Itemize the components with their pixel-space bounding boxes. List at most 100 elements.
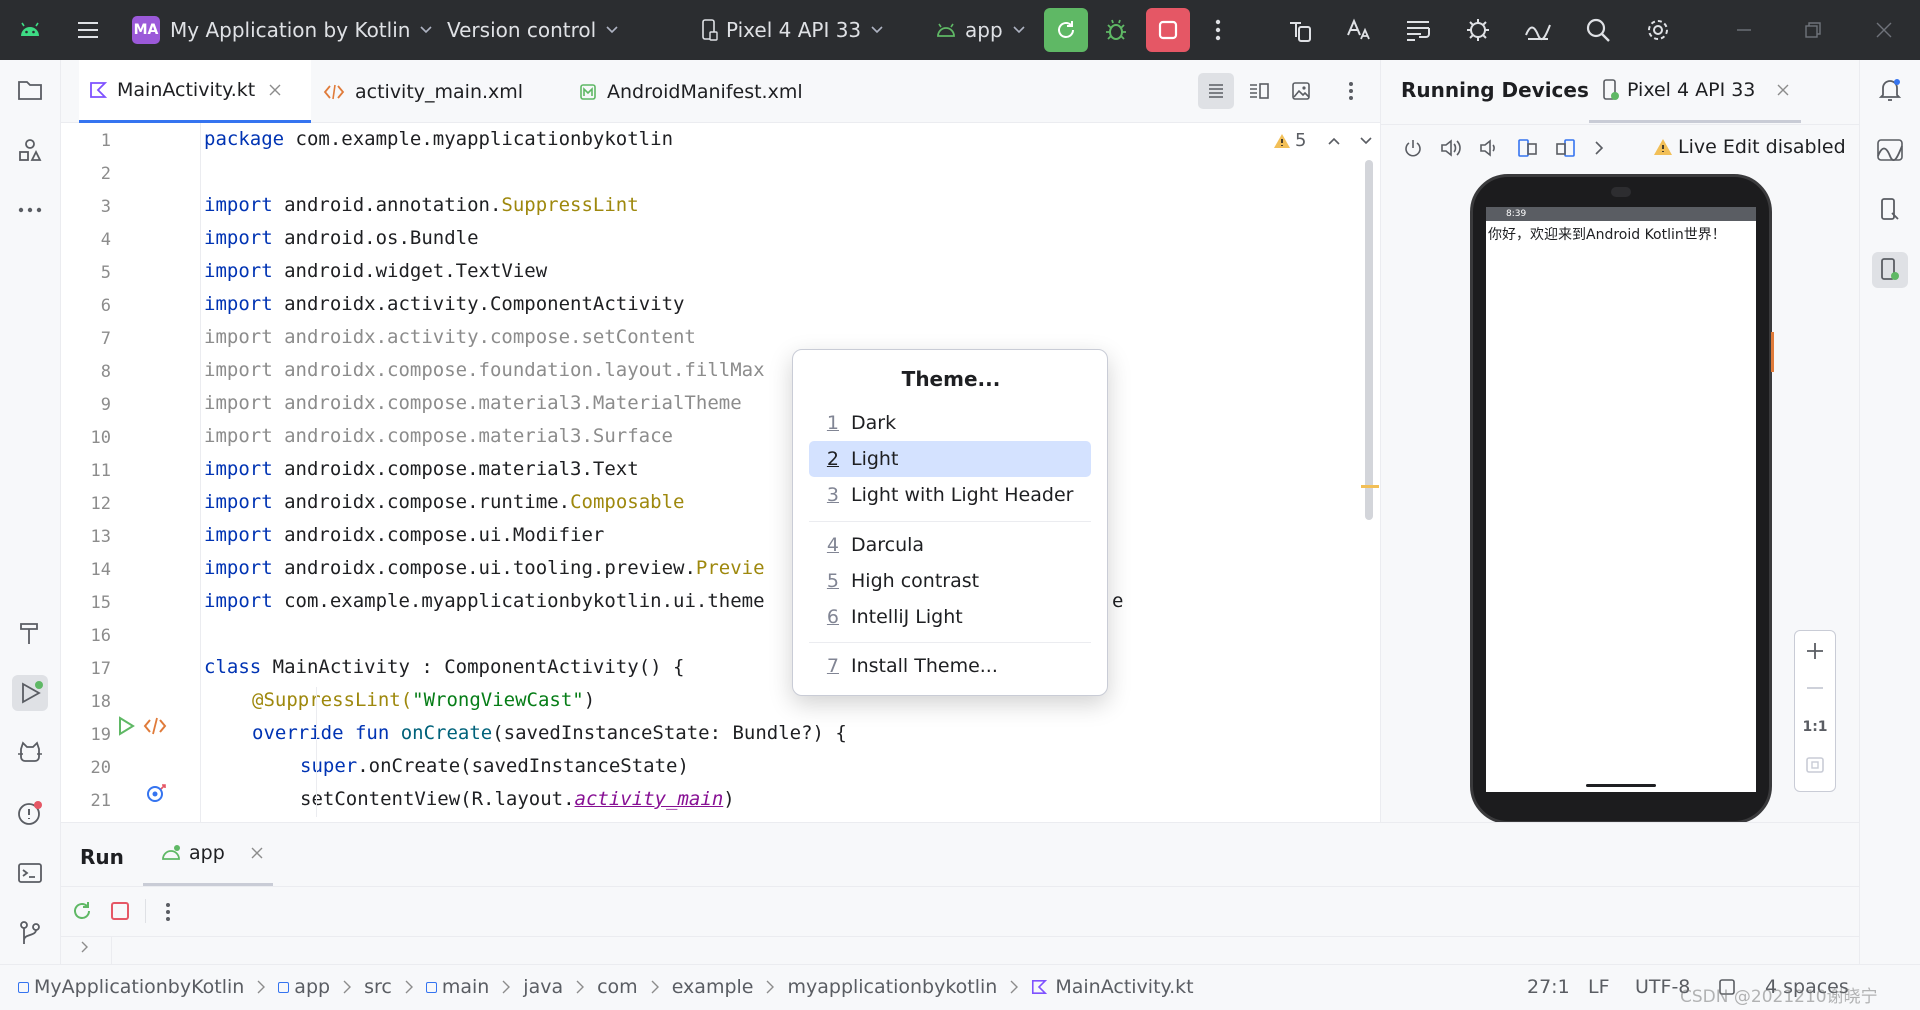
logcat-button[interactable]: [12, 735, 48, 771]
rotate-left-icon[interactable]: [1516, 138, 1538, 158]
resource-manager-button[interactable]: [12, 132, 48, 168]
volume-down-icon[interactable]: [1479, 138, 1499, 158]
terminal-button[interactable]: [12, 855, 48, 891]
version-control-button[interactable]: [12, 915, 48, 951]
run-tool-button[interactable]: [12, 675, 48, 711]
breadcrumb-item[interactable]: app: [278, 976, 330, 998]
run-config-selector[interactable]: app: [935, 12, 1025, 48]
option-number: 1: [826, 412, 839, 434]
chevron-down-icon[interactable]: [1360, 136, 1373, 145]
device-manager-side-button[interactable]: [1872, 192, 1908, 228]
chevron-up-icon[interactable]: [1328, 137, 1341, 145]
settings-button[interactable]: [1640, 12, 1676, 48]
run-tab-app[interactable]: app: [143, 823, 273, 886]
project-tool-button[interactable]: [12, 72, 48, 108]
breadcrumb-item[interactable]: com: [597, 976, 638, 998]
device-selector[interactable]: Pixel 4 API 33: [700, 12, 883, 48]
phone-screen[interactable]: 8:39 你好，欢迎来到Android Kotlin世界！: [1486, 207, 1756, 792]
problems-button[interactable]: [12, 795, 48, 831]
device-manager-icon: [1290, 22, 1311, 42]
theme-option-dark[interactable]: 1 Dark: [809, 405, 1091, 441]
version-control-menu[interactable]: Version control: [447, 12, 618, 48]
app-inspection-button[interactable]: [1460, 12, 1496, 48]
device-manager-button[interactable]: [1282, 12, 1318, 48]
fit-screen-icon[interactable]: [1805, 756, 1825, 774]
option-label: Darcula: [851, 534, 925, 556]
code-text: android.widget.TextView: [272, 260, 548, 282]
rerun-icon[interactable]: [71, 900, 93, 922]
main-menu-icon[interactable]: [70, 12, 106, 48]
module-icon: [18, 981, 29, 993]
breadcrumb-item[interactable]: example: [672, 976, 754, 998]
tab-android-manifest[interactable]: AndroidManifest.xml: [569, 60, 803, 123]
hammer-icon: [20, 623, 38, 644]
zoom-in-icon[interactable]: [1805, 641, 1825, 661]
more-actions-button[interactable]: [1200, 12, 1236, 48]
project-selector[interactable]: MA My Application by Kotlin: [132, 12, 433, 48]
editor-more-button[interactable]: [1333, 73, 1369, 109]
close-icon[interactable]: [1777, 84, 1789, 96]
split-view-button[interactable]: [1241, 73, 1277, 109]
minimize-button[interactable]: [1726, 12, 1762, 48]
code-editor[interactable]: package com.example.myapplicationbykotli…: [204, 123, 1374, 822]
android-icon[interactable]: [12, 12, 48, 48]
translate-button[interactable]: [1341, 12, 1377, 48]
volume-up-icon[interactable]: [1440, 138, 1462, 158]
stop-icon[interactable]: [111, 902, 129, 920]
theme-option-darcula[interactable]: 4 Darcula: [809, 527, 1091, 563]
rotate-right-icon[interactable]: [1555, 138, 1577, 158]
build-tool-button[interactable]: [12, 615, 48, 651]
layout-gutter-icon[interactable]: [143, 716, 167, 736]
debug-button[interactable]: [1098, 12, 1134, 48]
inspection-widget[interactable]: 5: [1273, 130, 1373, 151]
device-toolbar: [1403, 138, 1604, 158]
profiler-button[interactable]: [1520, 12, 1556, 48]
device-tab[interactable]: Pixel 4 API 33: [1589, 60, 1801, 123]
power-icon[interactable]: [1403, 138, 1423, 158]
close-window-button[interactable]: [1866, 12, 1902, 48]
search-button[interactable]: [1580, 12, 1616, 48]
tab-mainactivity[interactable]: MainActivity.kt: [79, 60, 311, 123]
code-view-button[interactable]: [1198, 73, 1234, 109]
tab-activity-main-xml[interactable]: activity_main.xml: [313, 60, 523, 123]
chevron-right-icon: [576, 980, 585, 994]
theme-option-intellij-light[interactable]: 6 IntelliJ Light: [809, 599, 1091, 635]
caret-position[interactable]: 27:1: [1527, 976, 1570, 998]
gemini-button[interactable]: [1872, 132, 1908, 168]
apply-changes-button[interactable]: [1044, 8, 1088, 52]
stop-button[interactable]: [1146, 8, 1190, 52]
breadcrumb-item[interactable]: MyApplicationbyKotlin: [18, 976, 244, 998]
theme-option-light-header[interactable]: 3 Light with Light Header: [809, 477, 1091, 513]
override-gutter-icon[interactable]: [145, 782, 167, 804]
theme-option-light[interactable]: 2 Light: [809, 441, 1091, 477]
run-gutter-icon[interactable]: [116, 716, 136, 736]
theme-option-install[interactable]: 7 Install Theme...: [809, 648, 1091, 684]
more-tools-button[interactable]: [12, 192, 48, 228]
breadcrumb-item[interactable]: main: [425, 976, 489, 998]
wrap-button[interactable]: [1400, 12, 1436, 48]
restore-button[interactable]: [1795, 12, 1831, 48]
more-vertical-icon[interactable]: [165, 902, 171, 922]
wrap-lines-icon: [1407, 21, 1430, 41]
chevron-right-icon[interactable]: [81, 941, 89, 953]
zoom-out-icon[interactable]: [1805, 686, 1825, 690]
zoom-reset-button[interactable]: 1:1: [1795, 719, 1835, 735]
notifications-button[interactable]: [1872, 72, 1908, 108]
line-separator[interactable]: LF: [1588, 976, 1610, 998]
editor-scrollbar[interactable]: [1365, 160, 1373, 520]
phone-side-button[interactable]: [1771, 332, 1774, 372]
breadcrumb-item[interactable]: src: [364, 976, 392, 998]
running-device-icon: [1881, 258, 1899, 280]
warning-marker[interactable]: [1361, 485, 1379, 488]
cat-icon: [18, 741, 42, 762]
breadcrumb-item[interactable]: myapplicationbykotlin: [787, 976, 997, 998]
live-edit-status[interactable]: Live Edit disabled: [1653, 136, 1846, 158]
running-devices-button[interactable]: [1872, 252, 1908, 288]
design-view-button[interactable]: [1283, 73, 1319, 109]
chevron-right-icon[interactable]: [1594, 141, 1604, 155]
breadcrumb-item[interactable]: java: [523, 976, 563, 998]
theme-option-high-contrast[interactable]: 5 High contrast: [809, 563, 1091, 599]
close-icon[interactable]: [251, 847, 263, 859]
close-icon[interactable]: [269, 84, 281, 96]
breadcrumb-item[interactable]: MainActivity.kt: [1031, 976, 1194, 998]
